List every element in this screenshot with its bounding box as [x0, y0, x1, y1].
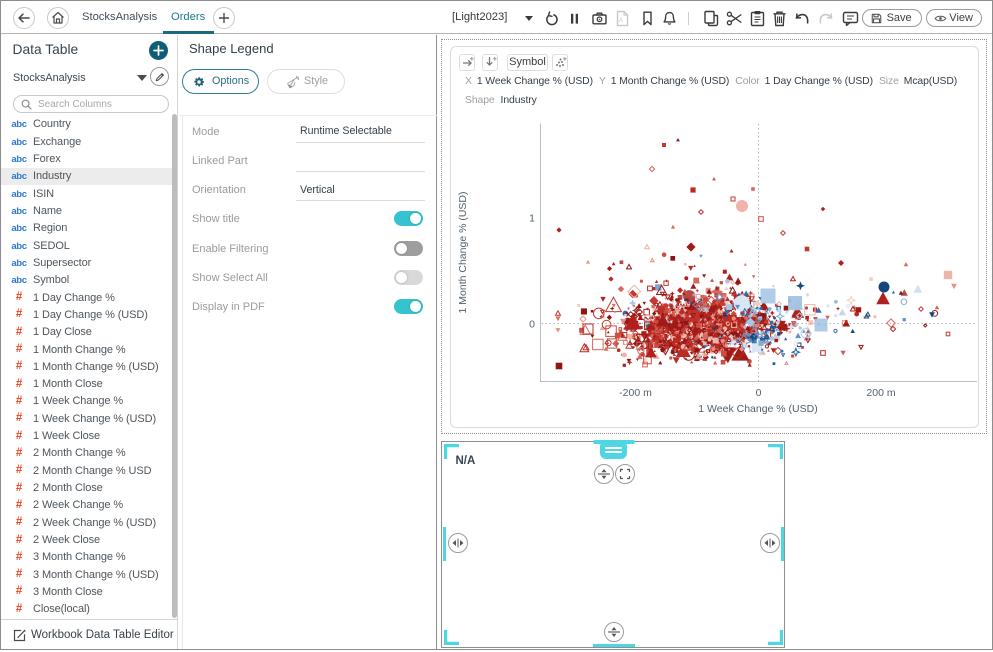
- svg-text:A: A: [619, 18, 623, 24]
- svg-text:200 m: 200 m: [866, 387, 895, 399]
- svg-text:1: 1: [529, 212, 535, 224]
- svg-text:0: 0: [529, 318, 535, 330]
- svg-text:1 Month Change % (USD): 1 Month Change % (USD): [457, 191, 469, 313]
- svg-text:-200 m: -200 m: [619, 387, 652, 399]
- svg-text:1 Week Change % (USD): 1 Week Change % (USD): [698, 403, 817, 415]
- svg-text:0: 0: [756, 387, 762, 399]
